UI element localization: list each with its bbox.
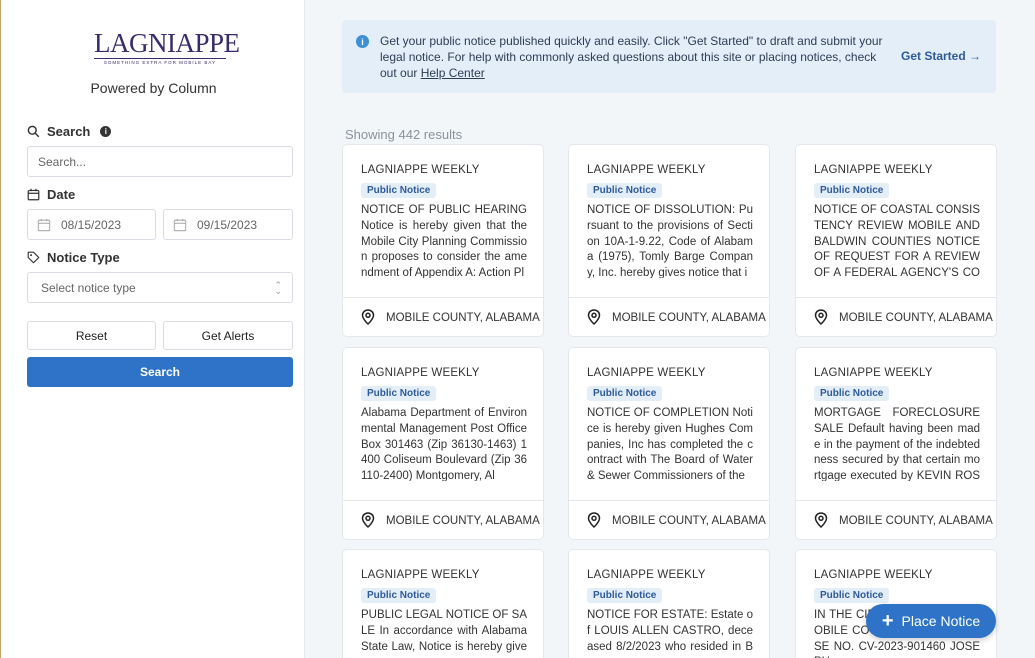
notice-card[interactable]: LAGNIAPPE WEEKLY Public Notice NOTICE FOR … — [568, 549, 770, 658]
plus-icon: + — [881, 610, 894, 632]
card-publisher: LAGNIAPPE WEEKLY — [587, 367, 706, 379]
notice-type-value: Select notice type — [41, 280, 136, 295]
notice-card[interactable]: LAGNIAPPE WEEKLY Public Notice NOTICE OF D… — [568, 144, 770, 337]
card-publisher: LAGNIAPPE WEEKLY — [587, 569, 706, 581]
location-pin-icon — [812, 511, 830, 532]
public-notice-badge: Public Notice — [587, 588, 663, 603]
card-footer: MOBILE COUNTY, ALABAMA — [343, 297, 543, 336]
search-label-row: Search i — [27, 124, 112, 139]
date-to-field[interactable]: 09/15/2023 — [163, 209, 293, 240]
calendar-icon — [173, 218, 187, 231]
lagniappe-logo[interactable]: LAGNIAPPE SOMETHING EXTRA FOR MOBILE BAY — [94, 28, 240, 65]
notice-card[interactable]: LAGNIAPPE WEEKLY Public Notice NOTICE OF C… — [568, 347, 770, 540]
info-icon[interactable]: i — [100, 126, 112, 137]
card-excerpt: PUBLIC LEGAL NOTICE OF SALE In accordanc… — [361, 609, 527, 658]
card-location: MOBILE COUNTY, ALABAMA — [386, 312, 540, 324]
notice-card[interactable]: LAGNIAPPE WEEKLY Public Notice Alabama Dep… — [342, 347, 544, 540]
notice-type-label: Notice Type — [47, 250, 120, 265]
logo-tagline: SOMETHING EXTRA FOR MOBILE BAY — [94, 58, 226, 65]
notice-type-label-row: Notice Type — [27, 250, 120, 265]
notice-card[interactable]: LAGNIAPPE WEEKLY Public Notice NOTICE OF P… — [342, 144, 544, 337]
card-location: MOBILE COUNTY, ALABAMA — [612, 515, 766, 527]
card-footer: MOBILE COUNTY, ALABAMA — [343, 500, 543, 539]
help-center-link[interactable]: Help Center — [421, 66, 485, 80]
card-publisher: LAGNIAPPE WEEKLY — [814, 569, 933, 581]
place-notice-label: Place Notice — [901, 613, 981, 629]
card-publisher: LAGNIAPPE WEEKLY — [361, 569, 480, 581]
banner-text: Get your public notice published quickly… — [380, 33, 890, 81]
card-footer: MOBILE COUNTY, ALABAMA — [569, 297, 769, 336]
card-excerpt: NOTICE OF COMPLETION Notice is hereby gi… — [587, 407, 753, 481]
date-from-field[interactable]: 08/15/2023 — [27, 209, 156, 240]
reset-button[interactable]: Reset — [27, 321, 156, 350]
logo-text: LAGNIAPPE — [94, 28, 240, 58]
public-notice-badge: Public Notice — [361, 183, 437, 198]
card-publisher: LAGNIAPPE WEEKLY — [814, 367, 933, 379]
card-footer: MOBILE COUNTY, ALABAMA — [569, 500, 769, 539]
card-location: MOBILE COUNTY, ALABAMA — [839, 515, 993, 527]
public-notice-badge: Public Notice — [587, 386, 663, 401]
date-from-value: 08/15/2023 — [61, 217, 122, 232]
info-banner: i Get your public notice published quick… — [342, 20, 996, 93]
card-location: MOBILE COUNTY, ALABAMA — [612, 312, 766, 324]
card-location: MOBILE COUNTY, ALABAMA — [839, 312, 993, 324]
card-excerpt: NOTICE OF COASTAL CONSISTENCY REVIEW MOB… — [814, 204, 980, 278]
location-pin-icon — [585, 308, 603, 329]
location-pin-icon — [812, 308, 830, 329]
card-excerpt: Alabama Department of Environmental Mana… — [361, 407, 527, 481]
info-icon: i — [356, 35, 369, 48]
card-excerpt: NOTICE FOR ESTATE: Estate of LOUIS ALLEN… — [587, 609, 753, 658]
calendar-icon — [37, 218, 51, 231]
select-chevron-icon: ⌃ ⌄ — [274, 279, 282, 296]
public-notice-badge: Public Notice — [361, 386, 437, 401]
powered-by-text: Powered by Column — [90, 80, 217, 96]
card-publisher: LAGNIAPPE WEEKLY — [361, 367, 480, 379]
location-pin-icon — [359, 308, 377, 329]
search-button[interactable]: Search — [27, 357, 293, 387]
tag-icon — [27, 251, 40, 264]
location-pin-icon — [585, 511, 603, 532]
search-icon — [27, 125, 40, 138]
calendar-icon — [27, 188, 40, 201]
date-to-value: 09/15/2023 — [197, 217, 258, 232]
public-notice-badge: Public Notice — [361, 588, 437, 603]
card-publisher: LAGNIAPPE WEEKLY — [361, 164, 480, 176]
search-input[interactable]: Search... — [27, 146, 293, 177]
card-footer: MOBILE COUNTY, ALABAMA — [796, 297, 996, 336]
date-label: Date — [47, 187, 76, 202]
notice-type-select[interactable]: Select notice type ⌃ ⌄ — [27, 272, 293, 303]
public-notice-badge: Public Notice — [587, 183, 663, 198]
card-publisher: LAGNIAPPE WEEKLY — [814, 164, 933, 176]
get-alerts-button[interactable]: Get Alerts — [163, 321, 293, 350]
location-pin-icon — [359, 511, 377, 532]
date-label-row: Date — [27, 187, 75, 202]
results-count: Showing 442 results — [345, 127, 463, 142]
sidebar: LAGNIAPPE SOMETHING EXTRA FOR MOBILE BAY… — [0, 0, 305, 658]
card-excerpt: NOTICE OF DISSOLUTION: Pursuant to the p… — [587, 204, 753, 278]
card-excerpt: MORTGAGE FORECLOSURE SALE Default having… — [814, 407, 980, 481]
notice-card[interactable]: LAGNIAPPE WEEKLY Public Notice MORTGAGE FO… — [795, 347, 997, 540]
notice-card[interactable]: LAGNIAPPE WEEKLY Public Notice PUBLIC LEGA… — [342, 549, 544, 658]
card-location: MOBILE COUNTY, ALABAMA — [386, 515, 540, 527]
search-label: Search — [47, 124, 91, 139]
card-publisher: LAGNIAPPE WEEKLY — [587, 164, 706, 176]
get-started-link[interactable]: Get Started → — [901, 49, 981, 63]
place-notice-button[interactable]: + Place Notice — [866, 604, 996, 638]
public-notice-badge: Public Notice — [814, 183, 890, 198]
public-notice-badge: Public Notice — [814, 386, 890, 401]
notice-card[interactable]: LAGNIAPPE WEEKLY Public Notice NOTICE OF C… — [795, 144, 997, 337]
public-notice-badge: Public Notice — [814, 588, 890, 603]
card-excerpt: NOTICE OF PUBLIC HEARING Notice is hereb… — [361, 204, 527, 278]
card-footer: MOBILE COUNTY, ALABAMA — [796, 500, 996, 539]
